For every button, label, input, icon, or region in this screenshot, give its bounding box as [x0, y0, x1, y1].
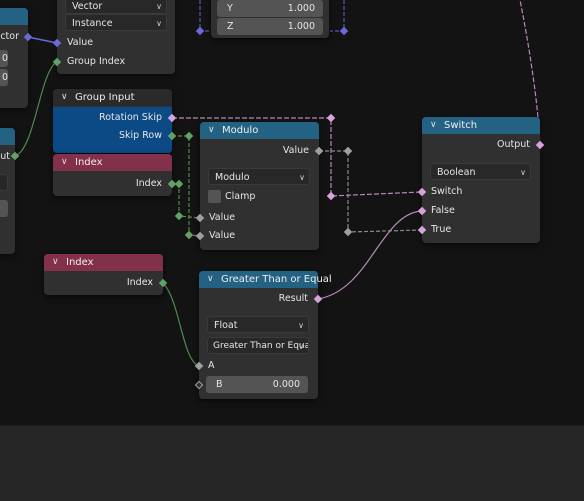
output-index: Index: [135, 178, 162, 189]
node-title: Index: [75, 157, 103, 168]
output-label: ut: [0, 151, 10, 162]
input-value-2: Value: [209, 230, 236, 241]
chevron-down-icon: ∨: [298, 342, 304, 351]
index-node-top[interactable]: ∨ Index Index: [53, 154, 177, 196]
chevron-down-icon: ∨: [299, 173, 305, 182]
collapse-chevron-icon[interactable]: ∨: [430, 117, 437, 134]
node-header: ∨ Modulo: [200, 122, 319, 139]
switch-node[interactable]: ∨ Switch Output Boolean ∨ Switch False T…: [417, 117, 545, 243]
node-title: Greater Than or Equal: [221, 274, 332, 285]
left-lower-node[interactable]: ut: [0, 128, 20, 254]
input-value: Value: [67, 37, 94, 48]
compare-node[interactable]: ∨ Greater Than or Equal Result Float ∨ G…: [194, 271, 332, 399]
operation-dropdown[interactable]: Greater Than or Equal ∨: [207, 337, 309, 354]
b-field[interactable]: B 0.000: [206, 376, 308, 393]
chevron-down-icon: ∨: [156, 2, 162, 11]
collapse-chevron-icon[interactable]: ∨: [61, 89, 68, 106]
input-true: True: [431, 224, 452, 235]
node-title: Switch: [444, 120, 478, 131]
combine-xyz-node[interactable]: Y 1.000 Z 1.000: [211, 0, 329, 38]
y-field[interactable]: Y 1.000: [217, 0, 323, 17]
node-header: ∨ Switch: [422, 117, 540, 134]
node-header: ∨ Index: [44, 254, 163, 271]
collapse-chevron-icon[interactable]: ∨: [208, 122, 215, 139]
node-header: [0, 8, 28, 25]
output-value: Value: [282, 145, 309, 156]
node-header: [0, 128, 15, 145]
output-index: Index: [126, 277, 153, 288]
input-value-1: Value: [209, 212, 236, 223]
output-result: Result: [278, 293, 308, 304]
type-dropdown[interactable]: Boolean ∨: [430, 163, 531, 180]
field[interactable]: [0, 200, 8, 217]
field-1[interactable]: 0: [0, 50, 8, 67]
left-vector-node[interactable]: ector 0 0: [0, 8, 33, 108]
collapse-chevron-icon[interactable]: ∨: [52, 254, 59, 271]
bottom-panel: [0, 425, 584, 501]
node-title: Index: [66, 257, 94, 268]
output-output: Output: [497, 139, 530, 150]
node-title: Group Input: [75, 92, 135, 103]
dropdown[interactable]: [0, 174, 8, 191]
sample-index-node[interactable]: Vector ∨ Instance ∨ Value Group Index: [52, 0, 175, 74]
node-header: ∨ Group Input: [53, 89, 172, 106]
node-header: ∨ Greater Than or Equal: [199, 271, 332, 288]
clamp-label: Clamp: [225, 191, 256, 202]
output-skip-row: Skip Row: [119, 130, 162, 141]
collapse-chevron-icon[interactable]: ∨: [207, 271, 214, 288]
field-2[interactable]: 0: [0, 69, 8, 86]
chevron-down-icon: ∨: [520, 168, 526, 177]
input-false: False: [431, 205, 455, 216]
input-group-index: Group Index: [67, 56, 126, 67]
data-type-dropdown[interactable]: Vector ∨: [65, 0, 167, 14]
output-vector: ector: [0, 31, 19, 42]
output-rotation-skip: Rotation Skip: [99, 112, 162, 123]
math-modulo-node[interactable]: ∨ Modulo Value Modulo ∨ Clamp Value Valu…: [195, 122, 324, 250]
data-type-dropdown[interactable]: Float ∨: [207, 316, 309, 333]
input-switch: Switch: [431, 186, 463, 197]
group-input-node[interactable]: ∨ Group Input Rotation Skip Skip Row: [53, 89, 177, 153]
input-a: A: [208, 360, 215, 371]
index-node-bottom[interactable]: ∨ Index Index: [44, 254, 168, 295]
z-field[interactable]: Z 1.000: [217, 18, 323, 35]
chevron-down-icon: ∨: [298, 321, 304, 330]
chevron-down-icon: ∨: [156, 19, 162, 28]
collapse-chevron-icon[interactable]: ∨: [61, 154, 68, 171]
domain-dropdown[interactable]: Instance ∨: [65, 14, 167, 31]
node-title: Modulo: [222, 125, 259, 136]
clamp-checkbox[interactable]: [208, 190, 221, 203]
node-header: ∨ Index: [53, 154, 172, 171]
operation-dropdown[interactable]: Modulo ∨: [208, 168, 310, 185]
